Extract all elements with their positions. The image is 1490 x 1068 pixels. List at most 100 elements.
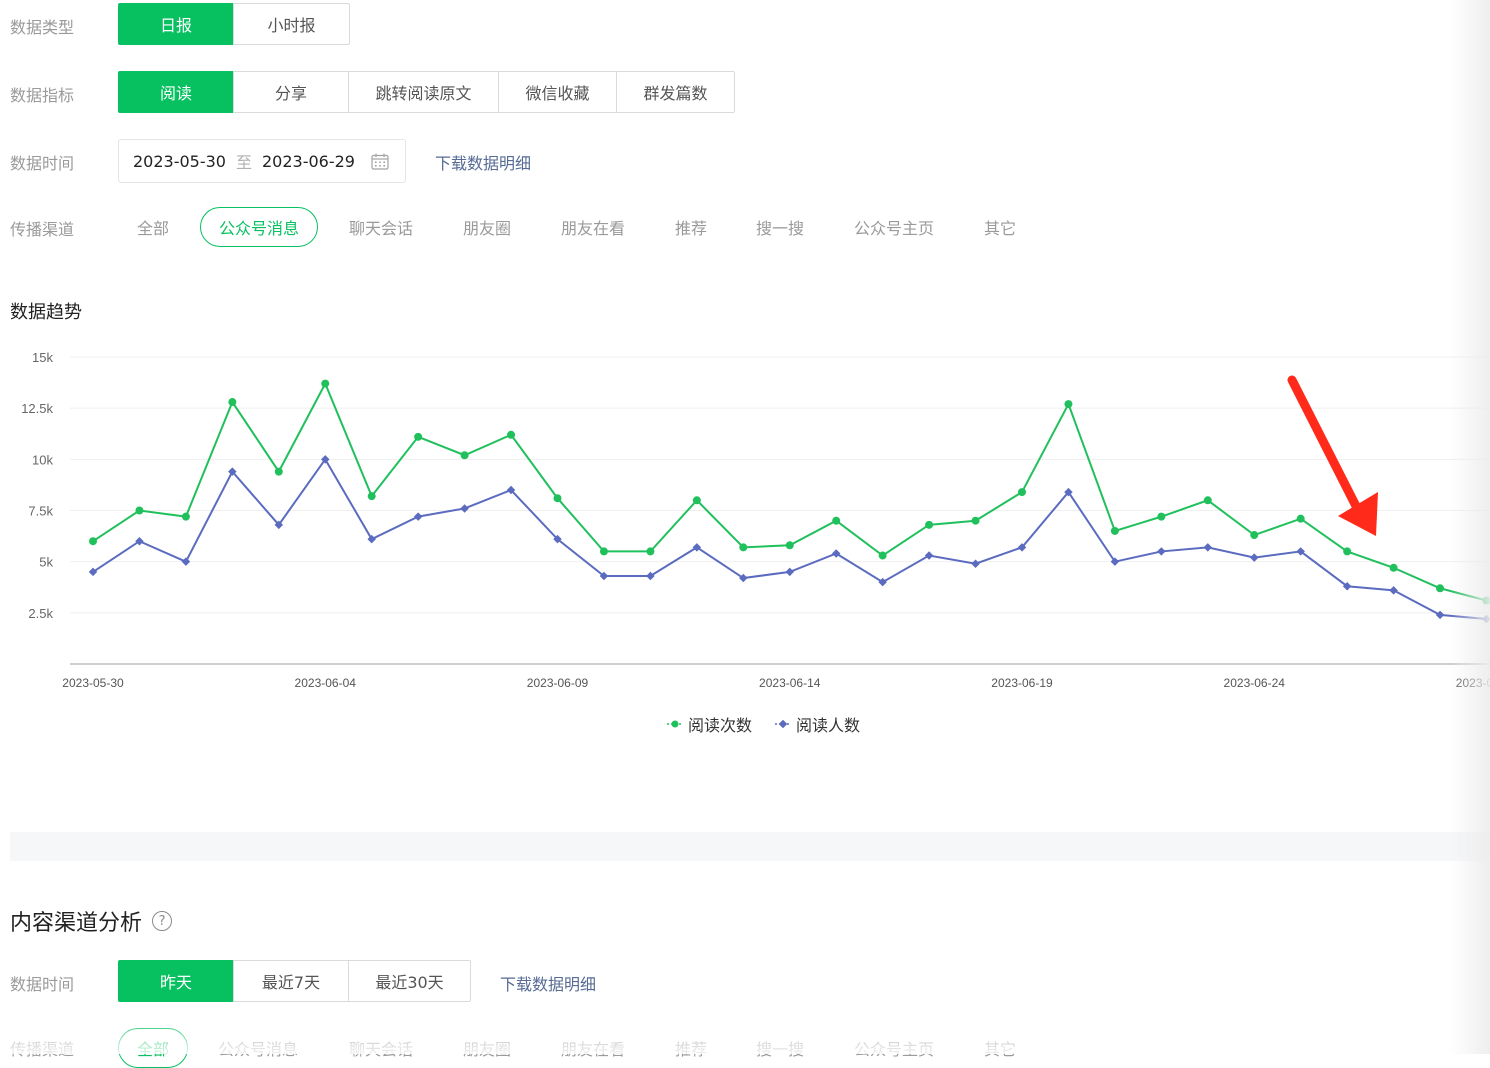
channel-other[interactable]: 其它 bbox=[984, 215, 1016, 239]
legend-readers-marker-icon bbox=[774, 719, 792, 729]
point-reads bbox=[832, 517, 840, 525]
content-download-detail-link[interactable]: 下载数据明细 bbox=[500, 971, 596, 995]
point-reads bbox=[182, 513, 190, 521]
channel-search[interactable]: 搜一搜 bbox=[756, 215, 804, 239]
red-arrow-annotation-icon bbox=[1280, 370, 1390, 540]
data-type-hourly-button[interactable]: 小时报 bbox=[233, 3, 350, 45]
y-tick-label: 12.5k bbox=[21, 401, 53, 416]
point-reads bbox=[879, 552, 887, 560]
point-reads bbox=[321, 380, 329, 388]
content-channel-title: 内容渠道分析 ? bbox=[10, 905, 172, 937]
point-reads bbox=[1204, 496, 1212, 504]
y-tick-label: 2.5k bbox=[28, 606, 53, 621]
section-divider bbox=[10, 832, 1490, 861]
x-tick-label: 2023-06-09 bbox=[527, 676, 589, 690]
point-reads bbox=[414, 433, 422, 441]
y-tick-label: 7.5k bbox=[28, 504, 53, 519]
metric-jump-original-button[interactable]: 跳转阅读原文 bbox=[348, 71, 499, 113]
point-reads bbox=[228, 398, 236, 406]
help-icon[interactable]: ? bbox=[152, 911, 172, 931]
point-reads bbox=[554, 494, 562, 502]
point-readers bbox=[414, 512, 422, 520]
x-tick-label: 2023-05-30 bbox=[62, 676, 124, 690]
point-reads bbox=[1018, 488, 1026, 496]
point-reads bbox=[1343, 547, 1351, 555]
bottom-fade bbox=[0, 1016, 1490, 1054]
data-metric-label: 数据指标 bbox=[10, 82, 74, 106]
series-line-readers bbox=[93, 459, 1487, 619]
point-readers bbox=[1157, 547, 1165, 555]
point-reads bbox=[972, 517, 980, 525]
point-reads bbox=[135, 507, 143, 515]
channel-moments[interactable]: 朋友圈 bbox=[463, 215, 511, 239]
date-start: 2023-05-30 bbox=[133, 152, 226, 171]
channel-recommend[interactable]: 推荐 bbox=[675, 215, 707, 239]
x-tick-label: 2023-06-24 bbox=[1224, 676, 1286, 690]
channel-official-message[interactable]: 公众号消息 bbox=[200, 207, 318, 247]
right-edge-shadow bbox=[1450, 0, 1490, 1054]
x-tick-label: 2023-06-04 bbox=[295, 676, 357, 690]
y-tick-label: 15k bbox=[32, 350, 53, 365]
data-metric-toggle: 阅读 分享 跳转阅读原文 微信收藏 群发篇数 bbox=[118, 71, 735, 113]
data-type-label: 数据类型 bbox=[10, 14, 74, 38]
point-reads bbox=[1111, 527, 1119, 535]
chart-legend: 阅读次数 阅读人数 bbox=[666, 712, 882, 736]
point-reads bbox=[693, 496, 701, 504]
point-reads bbox=[925, 521, 933, 529]
point-reads bbox=[600, 547, 608, 555]
channel-chat[interactable]: 聊天会话 bbox=[349, 215, 413, 239]
data-time-label: 数据时间 bbox=[10, 150, 74, 174]
calendar-icon[interactable] bbox=[371, 153, 389, 170]
point-readers bbox=[1389, 586, 1397, 594]
channel-homepage[interactable]: 公众号主页 bbox=[854, 215, 934, 239]
legend-readers-label: 阅读人数 bbox=[796, 712, 860, 736]
x-tick-label: 2023-06-14 bbox=[759, 676, 821, 690]
point-reads bbox=[1157, 513, 1165, 521]
point-reads bbox=[1390, 564, 1398, 572]
legend-item-reads[interactable]: 阅读次数 bbox=[666, 712, 752, 736]
content-time-label: 数据时间 bbox=[10, 971, 74, 995]
metric-read-button[interactable]: 阅读 bbox=[118, 71, 234, 113]
date-range-picker[interactable]: 2023-05-30 至 2023-06-29 bbox=[118, 139, 406, 183]
y-tick-label: 10k bbox=[32, 452, 53, 467]
data-type-daily-button[interactable]: 日报 bbox=[118, 3, 234, 45]
point-readers bbox=[182, 557, 190, 565]
point-readers bbox=[786, 568, 794, 576]
legend-reads-marker-icon bbox=[666, 719, 684, 729]
metric-favorite-button[interactable]: 微信收藏 bbox=[498, 71, 617, 113]
point-reads bbox=[1436, 584, 1444, 592]
metric-posts-button[interactable]: 群发篇数 bbox=[616, 71, 735, 113]
x-tick-label: 2023-06-19 bbox=[991, 676, 1053, 690]
point-readers bbox=[1204, 543, 1212, 551]
point-readers bbox=[460, 504, 468, 512]
time-yesterday-button[interactable]: 昨天 bbox=[118, 960, 234, 1002]
trend-title: 数据趋势 bbox=[10, 298, 82, 324]
channel-all[interactable]: 全部 bbox=[137, 215, 169, 239]
channel-friends-watching[interactable]: 朋友在看 bbox=[561, 215, 625, 239]
download-detail-link[interactable]: 下载数据明细 bbox=[435, 150, 531, 174]
date-separator: 至 bbox=[236, 149, 252, 173]
time-30days-button[interactable]: 最近30天 bbox=[348, 960, 471, 1002]
point-reads bbox=[646, 547, 654, 555]
point-reads bbox=[368, 492, 376, 500]
point-reads bbox=[739, 543, 747, 551]
point-reads bbox=[1064, 400, 1072, 408]
metric-share-button[interactable]: 分享 bbox=[233, 71, 349, 113]
time-7days-button[interactable]: 最近7天 bbox=[233, 960, 349, 1002]
channel-label: 传播渠道 bbox=[10, 216, 74, 240]
legend-item-readers[interactable]: 阅读人数 bbox=[774, 712, 860, 736]
legend-reads-label: 阅读次数 bbox=[688, 712, 752, 736]
point-readers bbox=[1436, 611, 1444, 619]
point-reads bbox=[275, 468, 283, 476]
trend-chart: 2.5k 5k 7.5k 10k 12.5k 15k 2023-05-30 2023-06-0… bbox=[0, 340, 1490, 700]
point-readers bbox=[925, 551, 933, 559]
content-time-toggle: 昨天 最近7天 最近30天 bbox=[118, 960, 471, 1002]
point-readers bbox=[971, 559, 979, 567]
content-channel-title-text: 内容渠道分析 bbox=[10, 905, 142, 937]
y-tick-label: 5k bbox=[39, 555, 53, 570]
point-reads bbox=[507, 431, 515, 439]
point-readers bbox=[1250, 553, 1258, 561]
date-end: 2023-06-29 bbox=[262, 152, 355, 171]
point-reads bbox=[1250, 531, 1258, 539]
point-reads bbox=[89, 537, 97, 545]
